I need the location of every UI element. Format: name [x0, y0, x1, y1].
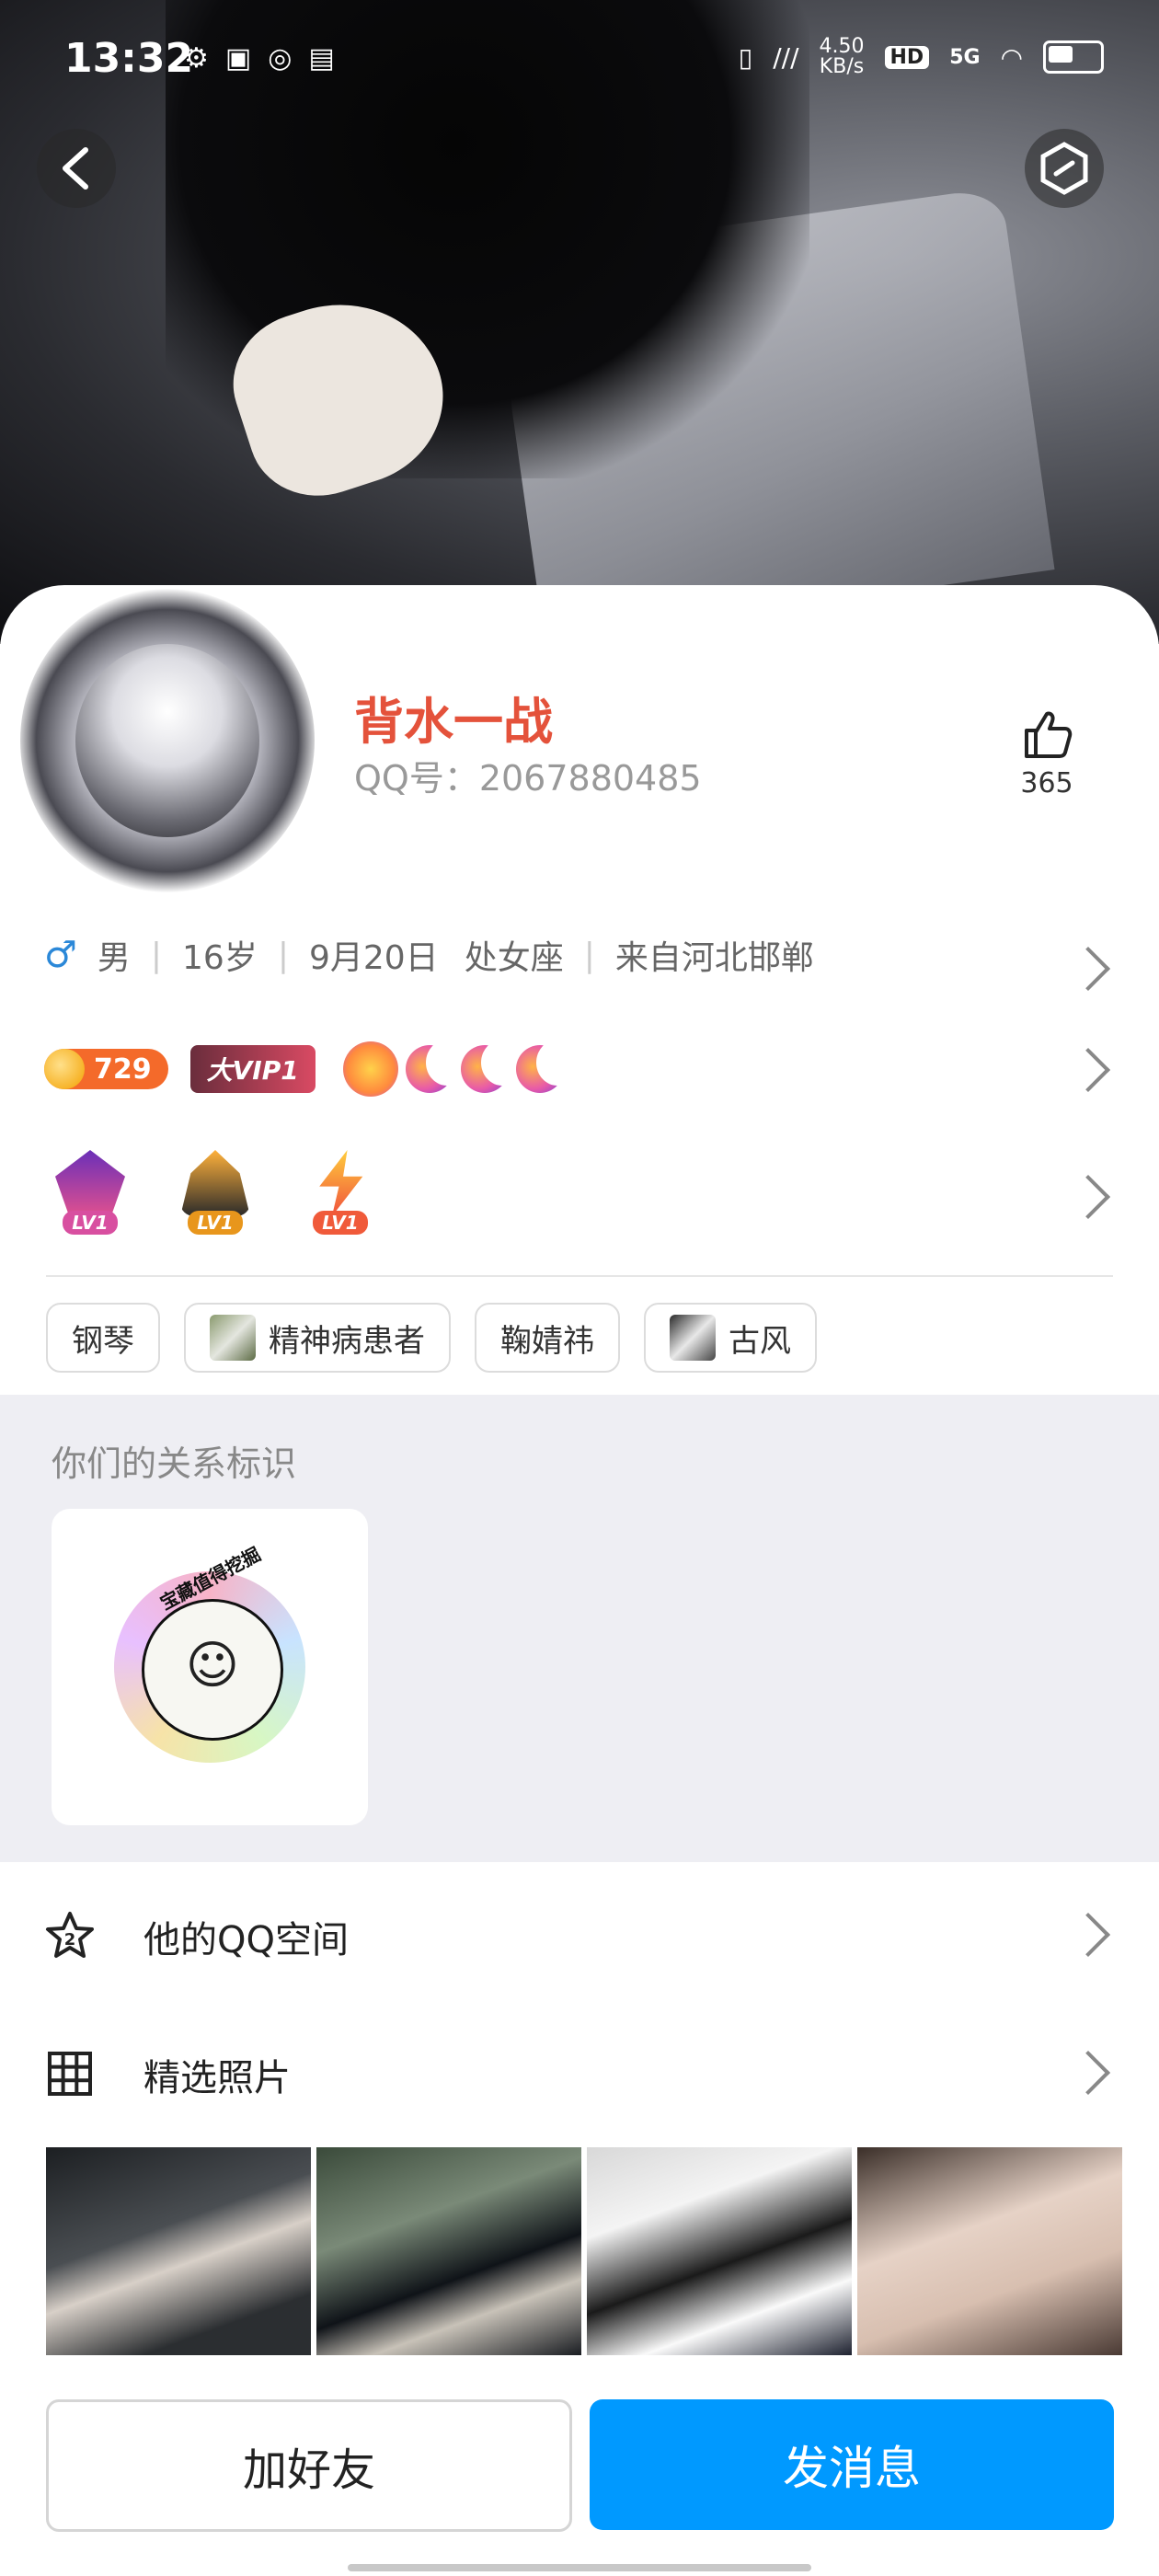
tag-label: 钢琴: [72, 1322, 134, 1360]
moon-icon: [405, 1040, 468, 1093]
tag-label: 鞠婧祎: [500, 1322, 594, 1360]
separator: |: [277, 936, 289, 974]
tag-thumbnail: [210, 1315, 256, 1361]
photos-item[interactable]: 精选照片: [0, 2011, 1159, 2131]
interest-tags: 钢琴 精神病患者 鞠婧祎 古风: [46, 1303, 817, 1373]
status-bar: 13:32 ⚙▣◎▤ ▯ /// 4.50 KB/s HD 5G ◠: [0, 0, 1159, 120]
age: 16岁: [182, 939, 258, 977]
lightning-icon: [319, 1150, 363, 1216]
coin-badge: 729: [44, 1049, 168, 1089]
level-badge: LV1: [46, 1146, 134, 1242]
relationship-title: 你们的关系标识: [52, 1443, 297, 1484]
divider: [46, 1275, 1113, 1277]
vip-badge: 大VIP1: [189, 1045, 316, 1093]
vibrate-icon: ▯: [738, 41, 753, 73]
shield-icon: [55, 1150, 125, 1216]
like-button[interactable]: 365: [1019, 708, 1074, 799]
more-button[interactable]: [1025, 129, 1104, 208]
avatar[interactable]: [20, 589, 315, 892]
tag-thumbnail: [670, 1315, 716, 1361]
coin-icon: [44, 1049, 85, 1089]
face-emoji-icon: ☺: [185, 1636, 240, 1696]
basic-info-row[interactable]: ♂ 男 | 16岁 | 9月20日 处女座 | 来自河北邯郸: [44, 931, 814, 979]
notification-icons: ⚙▣◎▤: [184, 42, 351, 75]
badges-row[interactable]: 729 大VIP1: [44, 1040, 579, 1097]
photos-label: 精选照片: [143, 2057, 291, 2099]
moon-icon: [460, 1040, 523, 1093]
grid-icon: [48, 2052, 92, 2096]
level-tag: LV1: [63, 1211, 118, 1235]
sticker-face: ☺: [142, 1599, 283, 1741]
cell-signal-icon: 5G: [949, 45, 981, 69]
level-icons: [342, 1040, 579, 1097]
coin-value: 729: [94, 1052, 152, 1086]
constellation: 处女座: [464, 939, 564, 977]
tag-chip[interactable]: 精神病患者: [184, 1303, 451, 1373]
location: 来自河北邯郸: [614, 939, 814, 977]
gender: 男: [97, 939, 131, 977]
back-arrow-icon: [63, 147, 88, 190]
hd-icon: HD: [884, 45, 930, 69]
tag-chip[interactable]: 鞠婧祎: [475, 1303, 620, 1373]
hexagon-menu-icon: [1040, 142, 1088, 195]
status-right: ▯ /// 4.50 KB/s HD 5G ◠: [739, 37, 1104, 77]
like-count: 365: [1020, 767, 1073, 799]
moon-icon: [515, 1040, 579, 1093]
level-badge: LV1: [296, 1146, 384, 1242]
net-speed: 4.50 KB/s: [819, 35, 865, 78]
status-time: 13:32: [64, 35, 194, 82]
treasure-sticker-icon: ☺ 宝藏值得挖掘: [114, 1543, 305, 1763]
avatar-image: [75, 644, 259, 837]
separator: |: [150, 936, 163, 974]
bottom-action-bar: 加好友 发消息: [0, 2383, 1159, 2576]
qzone-chevron-icon: [1065, 1912, 1111, 1958]
qzone-label: 他的QQ空间: [143, 1919, 349, 1961]
photo-strip: [46, 2147, 1122, 2355]
sun-icon: [342, 1041, 398, 1097]
home-indicator[interactable]: [348, 2564, 811, 2571]
photo-thumbnail[interactable]: [587, 2147, 852, 2355]
star-icon: 2: [46, 1912, 94, 1958]
back-button[interactable]: [37, 129, 116, 208]
photos-chevron-icon: [1065, 2050, 1111, 2096]
tag-chip[interactable]: 钢琴: [46, 1303, 160, 1373]
level-badges-row[interactable]: LV1 LV1 LV1: [46, 1146, 384, 1242]
level-tag: LV1: [313, 1211, 368, 1235]
level-tag: LV1: [188, 1211, 243, 1235]
qq-number: QQ号：2067880485: [354, 758, 702, 799]
level-badge: LV1: [171, 1146, 259, 1242]
add-friend-button[interactable]: 加好友: [46, 2399, 572, 2532]
flame-icon: [180, 1150, 250, 1216]
relationship-section: 你们的关系标识 ☺ 宝藏值得挖掘: [0, 1395, 1159, 1862]
battery-icon: [1043, 40, 1104, 74]
send-message-button[interactable]: 发消息: [590, 2399, 1114, 2530]
qzone-item[interactable]: 2 他的QQ空间: [0, 1873, 1159, 1993]
relationship-card[interactable]: ☺ 宝藏值得挖掘: [52, 1509, 368, 1825]
separator: |: [583, 936, 595, 974]
photo-thumbnail[interactable]: [857, 2147, 1122, 2355]
tag-chip[interactable]: 古风: [644, 1303, 817, 1373]
wifi-icon: ◠: [1000, 41, 1023, 73]
photo-thumbnail[interactable]: [46, 2147, 311, 2355]
svg-text:2: 2: [64, 1930, 76, 1949]
birthday: 9月20日: [308, 939, 439, 977]
male-icon: ♂: [44, 934, 77, 976]
tag-label: 古风: [729, 1322, 791, 1360]
photo-thumbnail[interactable]: [316, 2147, 581, 2355]
signal-speed-icon: ///: [773, 41, 799, 73]
nickname: 背水一战: [354, 693, 553, 751]
thumbs-up-icon: [1025, 711, 1073, 758]
tag-label: 精神病患者: [269, 1322, 425, 1360]
